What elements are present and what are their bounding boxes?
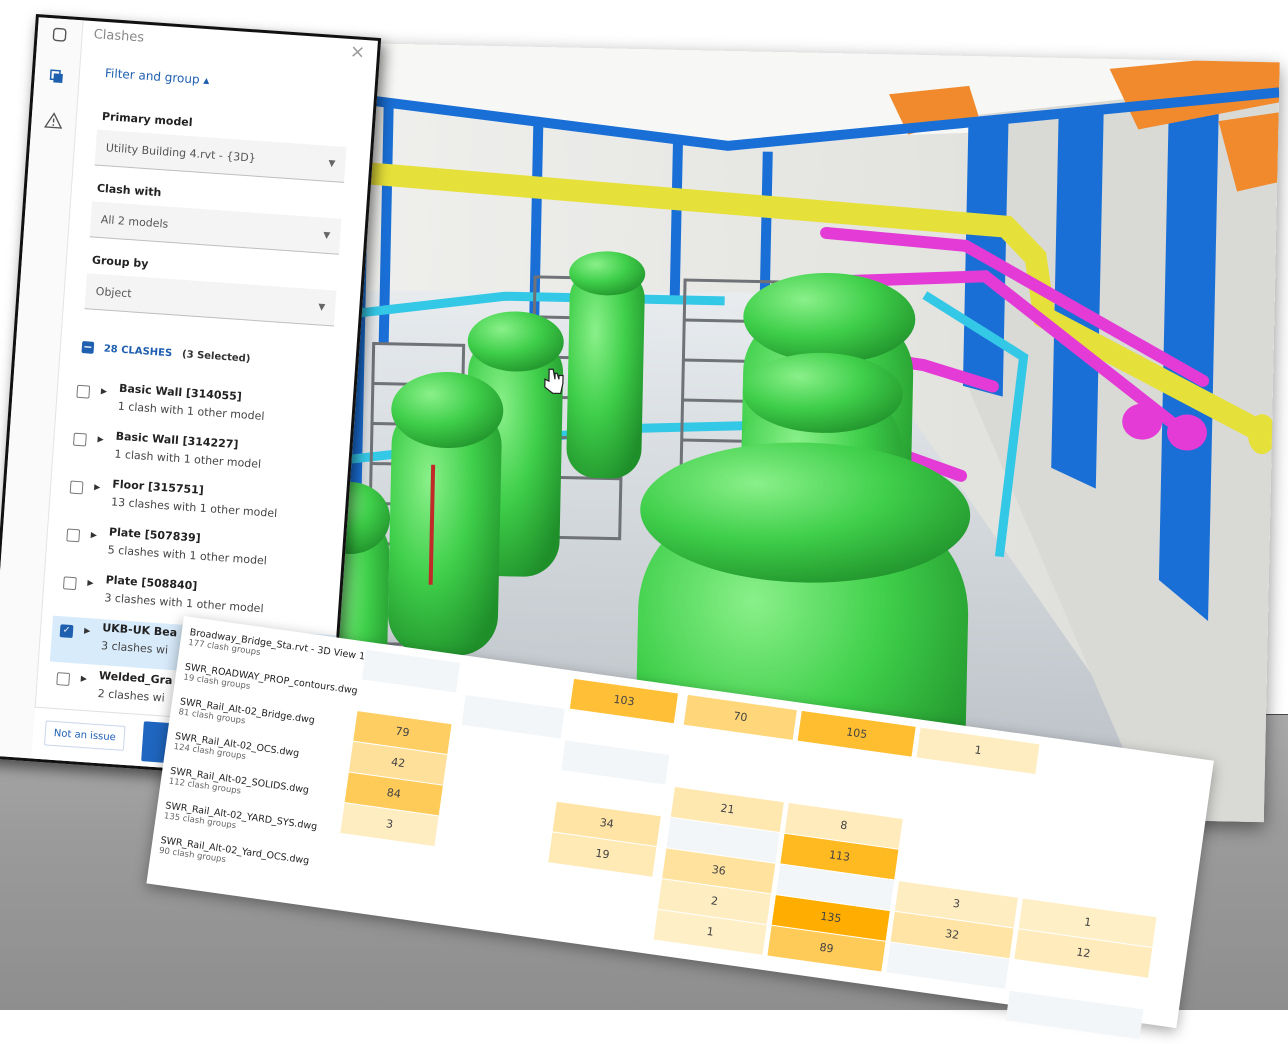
- matrix-cell[interactable]: 70: [683, 694, 797, 740]
- group-by-label: Group by: [91, 253, 149, 271]
- clash-item-name: Welded_Gra: [98, 669, 173, 688]
- clash-item-name: Floor [315751]: [111, 477, 205, 497]
- primary-model-select[interactable]: Utility Building 4.rvt - {3D} ▼: [94, 129, 347, 183]
- clash-item-checkbox[interactable]: [76, 384, 91, 399]
- filter-and-group-toggle[interactable]: Filter and group ▴: [105, 66, 210, 87]
- panel-title: Clashes: [93, 27, 145, 46]
- matrix-cell[interactable]: 103: [569, 678, 679, 724]
- clash-tool-icon[interactable]: [46, 66, 67, 87]
- expand-chevron-icon[interactable]: ▶: [80, 674, 87, 683]
- expand-chevron-icon[interactable]: ▶: [87, 578, 94, 587]
- chevron-down-icon: ▼: [322, 230, 331, 242]
- clash-item-checkbox[interactable]: [62, 576, 77, 591]
- primary-model-label: Primary model: [101, 109, 193, 130]
- chevron-down-icon: ▼: [327, 158, 336, 170]
- clash-item-summary: 3 clashes wi: [100, 639, 169, 657]
- clash-count: 28 CLASHES: [103, 343, 173, 359]
- matrix-cell[interactable]: [1005, 990, 1144, 1040]
- not-an-issue-button[interactable]: Not an issue: [44, 720, 126, 751]
- matrix-cell[interactable]: 1: [916, 727, 1040, 775]
- clash-item-summary: 5 clashes with 1 other model: [107, 543, 268, 568]
- matrix-cell[interactable]: [561, 740, 670, 785]
- clash-item-name: UKB-UK Bea: [101, 621, 178, 640]
- primary-model-value: Utility Building 4.rvt - {3D}: [105, 141, 257, 165]
- clash-item-name: Plate [507839]: [108, 525, 202, 545]
- matrix-cell[interactable]: [461, 694, 565, 739]
- group-by-value: Object: [95, 284, 132, 301]
- matrix-row-label[interactable]: SWR_Rail_Alt-02_Yard_OCS.dwg 90 clash gro…: [158, 835, 334, 880]
- clash-item-checkbox[interactable]: [72, 432, 87, 447]
- clash-item-checkbox[interactable]: ✓: [59, 624, 74, 639]
- clash-item-summary: 1 clash with 1 other model: [117, 399, 265, 423]
- clash-with-select[interactable]: All 2 models ▼: [89, 201, 342, 255]
- tank-1: [566, 251, 646, 479]
- clash-item-summary: 3 clashes with 1 other model: [103, 591, 264, 616]
- matrix-cell[interactable]: 105: [797, 710, 916, 757]
- clash-with-label: Clash with: [96, 181, 162, 200]
- expand-chevron-icon[interactable]: ▶: [94, 482, 101, 491]
- cube-icon[interactable]: [49, 24, 70, 45]
- clash-item-name: Plate [508840]: [105, 573, 198, 593]
- clash-item-summary: 13 clashes with 1 other model: [110, 495, 278, 521]
- red-gauge-pipe: [428, 464, 436, 585]
- clash-with-value: All 2 models: [100, 213, 169, 231]
- tank-3: [388, 372, 504, 656]
- expand-chevron-icon[interactable]: ▶: [101, 386, 108, 395]
- matrix-cell[interactable]: [361, 649, 461, 693]
- expand-chevron-icon[interactable]: ▶: [91, 530, 98, 539]
- warning-icon[interactable]: [43, 110, 64, 131]
- expand-chevron-icon[interactable]: ▶: [97, 434, 104, 443]
- clash-list-header: − 28 CLASHES (3 Selected): [81, 340, 251, 365]
- clash-item-summary: 1 clash with 1 other model: [114, 447, 262, 471]
- close-icon[interactable]: ×: [349, 41, 366, 63]
- expand-chevron-icon[interactable]: ▶: [84, 626, 91, 635]
- clash-item-checkbox[interactable]: [56, 672, 71, 686]
- clash-item-checkbox[interactable]: [66, 528, 81, 543]
- chevron-down-icon: ▼: [317, 302, 326, 313]
- clash-item-checkbox[interactable]: [69, 480, 84, 495]
- selected-count: (3 Selected): [181, 348, 251, 365]
- group-by-select[interactable]: Object ▼: [84, 273, 337, 327]
- select-all-checkbox[interactable]: −: [81, 340, 95, 354]
- clash-item-summary: 2 clashes wi: [97, 686, 166, 705]
